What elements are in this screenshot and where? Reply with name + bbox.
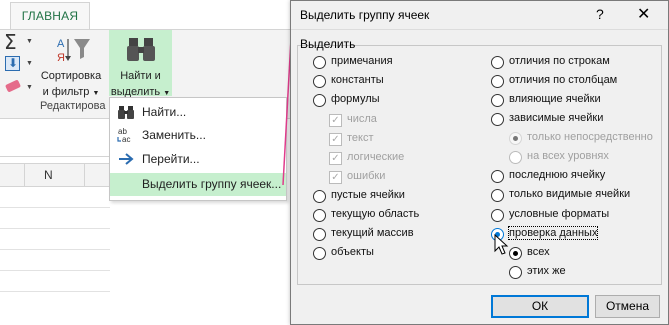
option-objects-label: объекты	[331, 246, 374, 258]
radio-icon	[509, 132, 522, 145]
mouse-cursor-icon	[494, 234, 509, 255]
option-data-validation-label: проверка данных	[507, 226, 599, 240]
grid-line	[0, 291, 110, 292]
menu-item-find-label: Найти...	[142, 105, 187, 119]
radio-icon[interactable]	[313, 247, 326, 260]
option-precedents-label: влияющие ячейки	[509, 93, 601, 105]
menu-item-goto-label: Перейти...	[142, 152, 200, 166]
svg-text:Я: Я	[57, 52, 65, 63]
grid-line	[0, 249, 110, 250]
option-all-levels-label: на всех уровнях	[527, 150, 609, 162]
radio-icon[interactable]	[491, 170, 504, 183]
clear-dropdown-icon[interactable]: ▼	[26, 84, 33, 91]
checkbox-icon: ✓	[329, 114, 342, 127]
fill-dropdown-icon[interactable]: ▼	[26, 60, 33, 67]
help-icon[interactable]: ?	[596, 6, 604, 22]
title-divider	[291, 29, 668, 30]
checkbox-icon: ✓	[329, 152, 342, 165]
fill-arrow-icon: ⬇	[8, 56, 19, 70]
grid-line	[0, 228, 110, 229]
column-divider	[24, 163, 25, 187]
menu-item-select-cells-label: Выделить группу ячеек...	[142, 177, 282, 191]
radio-icon[interactable]	[509, 266, 522, 279]
grid-line	[0, 207, 110, 208]
option-comments-label: примечания	[331, 55, 393, 67]
find-select-menu: Найти... ab ac Заменить... Перейти... Вы…	[109, 97, 287, 201]
close-icon[interactable]: ✕	[637, 4, 650, 24]
binoculars-icon	[127, 38, 155, 61]
radio-icon	[509, 151, 522, 164]
column-header-row	[0, 163, 110, 187]
arrow-right-icon	[119, 153, 134, 165]
column-header-n[interactable]: N	[44, 168, 53, 182]
grid-line	[0, 270, 110, 271]
svg-text:ac: ac	[122, 135, 130, 144]
menu-item-replace[interactable]: ab ac Заменить...	[110, 124, 286, 147]
option-same-label: этих же	[527, 265, 566, 277]
radio-icon[interactable]	[313, 209, 326, 222]
radio-icon[interactable]	[491, 75, 504, 88]
radio-icon[interactable]	[313, 56, 326, 69]
select-group-label: Выделить	[300, 37, 356, 51]
option-visible-cells-label: только видимые ячейки	[509, 188, 631, 200]
binoculars-icon	[118, 106, 134, 119]
option-current-region-label: текущую область	[331, 208, 420, 220]
option-formulas-label: формулы	[331, 93, 380, 105]
checkbox-errors-label: ошибки	[347, 170, 386, 182]
radio-icon[interactable]	[313, 228, 326, 241]
radio-icon[interactable]	[491, 113, 504, 126]
checkbox-icon: ✓	[329, 171, 342, 184]
option-direct-only-label: только непосредственно	[527, 131, 653, 143]
option-last-cell-label: последнюю ячейку	[509, 169, 606, 181]
radio-icon[interactable]	[491, 94, 504, 107]
menu-item-goto[interactable]: Перейти...	[110, 148, 286, 171]
select-cells-dialog: Выделить группу ячеек ? ✕ Выделить приме…	[290, 0, 669, 325]
svg-text:А: А	[57, 38, 65, 50]
menu-item-replace-label: Заменить...	[142, 128, 206, 142]
option-blanks-label: пустые ячейки	[331, 189, 405, 201]
column-divider	[84, 163, 85, 187]
radio-icon[interactable]	[313, 94, 326, 107]
menu-item-find[interactable]: Найти...	[110, 101, 286, 124]
sort-filter-button[interactable]: Сортировка и фильтр ▼	[34, 68, 108, 102]
radio-icon[interactable]	[491, 189, 504, 202]
radio-icon[interactable]	[313, 75, 326, 88]
autosum-dropdown-icon[interactable]: ▼	[26, 38, 33, 45]
formula-bar-divider	[0, 156, 110, 157]
cancel-button[interactable]: Отмена	[595, 295, 660, 318]
option-current-array-label: текущий массив	[331, 227, 414, 239]
option-constants-label: константы	[331, 74, 384, 86]
checkbox-numbers-label: числа	[347, 113, 377, 125]
sort-filter-icon[interactable]: А Я	[56, 35, 92, 63]
option-all-label: всех	[527, 246, 550, 258]
option-row-differences-label: отличия по строкам	[509, 55, 610, 67]
checkbox-icon: ✓	[329, 133, 342, 146]
sort-filter-label-line1: Сортировка	[40, 70, 102, 82]
option-column-differences-label: отличия по столбцам	[509, 74, 618, 86]
ok-button[interactable]: ОК	[491, 295, 589, 318]
autosum-icon[interactable]: Σ	[4, 30, 17, 54]
option-dependents-label: зависимые ячейки	[509, 112, 604, 124]
radio-icon[interactable]	[313, 190, 326, 203]
find-select-label-line1: Найти и	[120, 70, 161, 82]
radio-icon[interactable]	[491, 209, 504, 222]
checkbox-text-label: текст	[347, 132, 374, 144]
dialog-title: Выделить группу ячеек	[300, 8, 430, 22]
radio-icon[interactable]	[491, 56, 504, 69]
option-conditional-formats-label: условные форматы	[509, 208, 610, 220]
menu-item-select-cells[interactable]: Выделить группу ячеек...	[110, 173, 286, 196]
tab-home[interactable]: ГЛАВНАЯ	[10, 2, 90, 30]
checkbox-logicals-label: логические	[347, 151, 405, 163]
replace-icon: ab ac	[117, 127, 130, 144]
